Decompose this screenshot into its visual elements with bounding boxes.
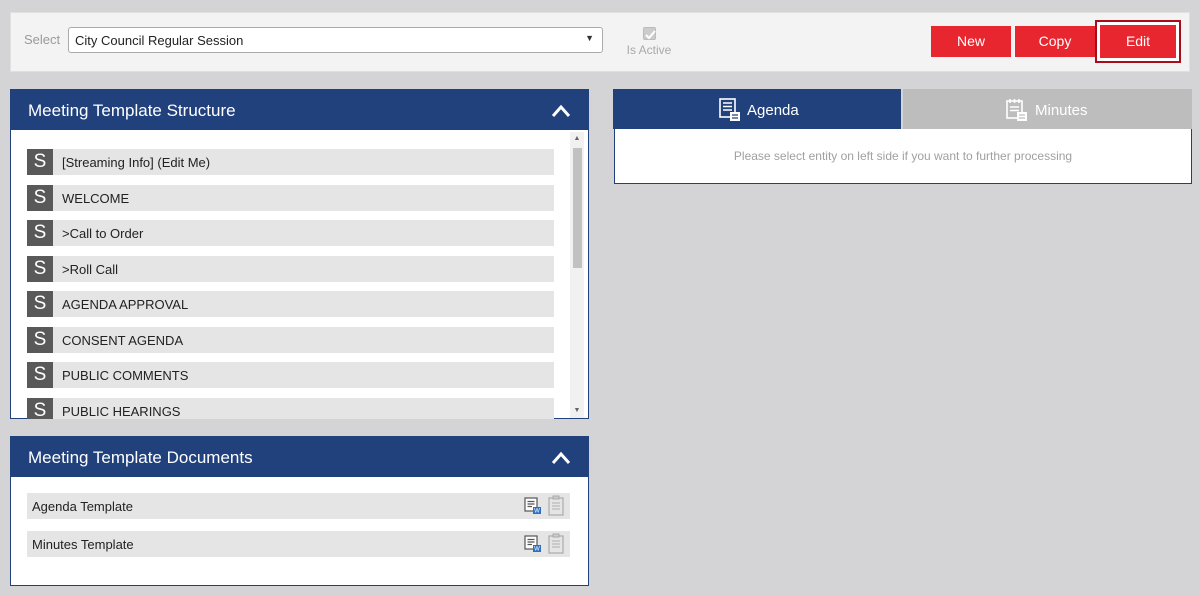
- is-active-label: Is Active: [626, 43, 672, 57]
- document-row: Agenda Template W: [27, 493, 570, 519]
- list-item-label: >Roll Call: [62, 261, 118, 277]
- section-badge: S: [27, 326, 53, 353]
- list-item-label: CONSENT AGENDA: [62, 332, 184, 348]
- section-badge: S: [27, 397, 53, 419]
- structure-panel-title: Meeting Template Structure: [28, 101, 236, 120]
- list-item[interactable]: S CONSENT AGENDA: [27, 326, 554, 353]
- collapse-chevron-icon[interactable]: [551, 450, 571, 470]
- tab-agenda-label: Agenda: [747, 102, 799, 119]
- section-badge: S: [27, 291, 53, 317]
- copy-button[interactable]: Copy: [1015, 26, 1095, 57]
- template-select-value: City Council Regular Session: [75, 33, 244, 48]
- list-item[interactable]: S PUBLIC HEARINGS: [27, 397, 554, 419]
- document-label: Minutes Template: [32, 537, 134, 552]
- tab-minutes[interactable]: Minutes: [903, 89, 1192, 129]
- edit-button[interactable]: Edit: [1095, 20, 1181, 63]
- new-button[interactable]: New: [931, 26, 1011, 57]
- svg-text:W: W: [534, 547, 540, 553]
- empty-state-message: Please select entity on left side if you…: [733, 149, 1073, 163]
- section-badge: S: [27, 184, 53, 211]
- list-item[interactable]: S >Call to Order: [27, 220, 554, 246]
- section-badge: S: [27, 255, 53, 282]
- list-item-label: AGENDA APPROVAL: [62, 297, 189, 312]
- collapse-chevron-icon[interactable]: [551, 103, 571, 123]
- structure-scrollbar[interactable]: ▲ ▼: [570, 132, 584, 418]
- scroll-up-icon[interactable]: ▲: [570, 132, 584, 146]
- tab-content: Please select entity on left side if you…: [614, 129, 1192, 184]
- document-label: Agenda Template: [32, 499, 133, 514]
- list-item-label: >Call to Order: [62, 226, 144, 241]
- tab-minutes-label: Minutes: [1035, 102, 1088, 119]
- word-document-icon[interactable]: W: [524, 535, 542, 556]
- toolbar: Select City Council Regular Session ▼ Is…: [10, 12, 1190, 72]
- structure-panel-header: Meeting Template Structure: [11, 90, 588, 130]
- is-active-checkbox[interactable]: [642, 27, 656, 40]
- minutes-icon: [1005, 98, 1029, 126]
- list-item[interactable]: S WELCOME: [27, 184, 554, 211]
- dropdown-arrow-icon: ▼: [585, 33, 594, 43]
- agenda-minutes-tabs: Agenda Minutes: [613, 89, 1192, 129]
- edit-button-label: Edit: [1100, 25, 1176, 58]
- list-item[interactable]: S [Streaming Info] (Edit Me): [27, 149, 554, 175]
- list-item-label: WELCOME: [62, 190, 130, 206]
- list-item-label: PUBLIC HEARINGS: [62, 403, 181, 419]
- list-item-label: PUBLIC COMMENTS: [62, 368, 189, 383]
- word-document-icon[interactable]: W: [524, 497, 542, 518]
- section-badge: S: [27, 149, 53, 175]
- list-item[interactable]: S AGENDA APPROVAL: [27, 291, 554, 317]
- document-row: Minutes Template W: [27, 531, 570, 557]
- list-item-label: [Streaming Info] (Edit Me): [62, 155, 211, 170]
- tab-agenda[interactable]: Agenda: [613, 89, 901, 129]
- agenda-icon: [719, 98, 741, 126]
- select-label: Select: [24, 32, 61, 47]
- structure-list: S [Streaming Info] (Edit Me) S WELCOME S >C…: [27, 149, 554, 419]
- section-badge: S: [27, 362, 53, 388]
- list-item[interactable]: S PUBLIC COMMENTS: [27, 362, 554, 388]
- template-select[interactable]: City Council Regular Session ▼: [68, 27, 603, 53]
- scrollbar-thumb[interactable]: [573, 148, 582, 268]
- documents-panel-title: Meeting Template Documents: [28, 448, 253, 467]
- is-active-toggle[interactable]: Is Active: [623, 27, 675, 57]
- documents-list: Agenda Template W Minutes Template W: [27, 493, 570, 569]
- documents-panel-header: Meeting Template Documents: [11, 437, 588, 477]
- documents-panel: Meeting Template Documents Agenda Templa…: [10, 436, 589, 586]
- upload-document-icon[interactable]: [547, 533, 565, 558]
- structure-panel: Meeting Template Structure S [Streaming I…: [10, 89, 589, 419]
- upload-document-icon[interactable]: [547, 495, 565, 520]
- list-item[interactable]: S >Roll Call: [27, 255, 554, 282]
- section-badge: S: [27, 220, 53, 246]
- svg-text:W: W: [534, 509, 540, 515]
- scroll-down-icon[interactable]: ▼: [570, 404, 584, 418]
